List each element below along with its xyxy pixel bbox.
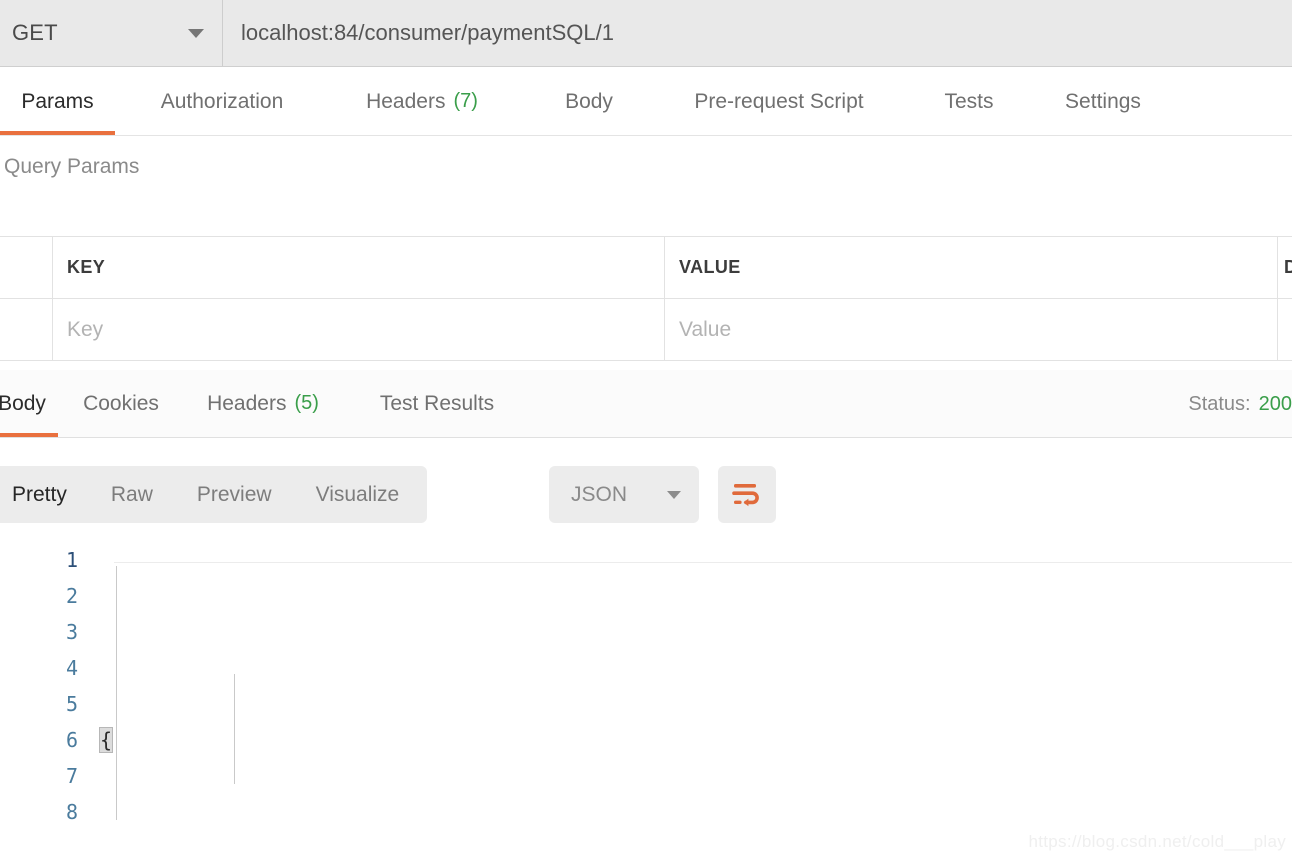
line-number: 4 bbox=[65, 656, 78, 680]
query-params-title: Query Params bbox=[0, 136, 1292, 198]
param-value-placeholder: Value bbox=[679, 317, 732, 341]
response-tab-headers[interactable]: Headers (5) bbox=[190, 370, 336, 437]
editor-code-area[interactable]: { "code": 200, "message": "from mysql, s… bbox=[98, 536, 1292, 858]
header-cell-description: D bbox=[1278, 237, 1292, 298]
query-params-table: KEY VALUE D Key Value bbox=[0, 236, 1292, 361]
response-tab-headers-label: Headers bbox=[207, 391, 287, 415]
tab-settings-label: Settings bbox=[1065, 89, 1141, 113]
line-number: 7 bbox=[65, 764, 78, 788]
row-checkbox[interactable] bbox=[0, 299, 53, 360]
chevron-down-icon bbox=[667, 490, 681, 499]
header-cell-key: KEY bbox=[53, 237, 665, 298]
http-method-label: GET bbox=[12, 20, 58, 45]
header-cell-value: VALUE bbox=[665, 237, 1278, 298]
request-url-text: localhost:84/consumer/paymentSQL/1 bbox=[241, 20, 614, 45]
column-header-key: KEY bbox=[67, 257, 106, 277]
view-mode-visualize[interactable]: Visualize bbox=[294, 466, 422, 523]
column-header-value: VALUE bbox=[679, 257, 741, 277]
request-tab-bar: Params Authorization Headers (7) Body Pr… bbox=[0, 68, 1292, 136]
tab-tests-label: Tests bbox=[944, 89, 994, 113]
view-mode-pretty[interactable]: Pretty bbox=[0, 466, 89, 523]
table-row[interactable]: Key Value bbox=[0, 299, 1292, 361]
view-mode-raw-label: Raw bbox=[110, 482, 153, 506]
editor-line-numbers: 1 2 3 4 5 6 7 8 bbox=[0, 536, 100, 858]
request-url-bar: GET localhost:84/consumer/paymentSQL/1 bbox=[0, 0, 1292, 67]
view-mode-preview[interactable]: Preview bbox=[175, 466, 294, 523]
response-tab-body-label: Body bbox=[0, 391, 46, 415]
chevron-down-icon bbox=[188, 28, 204, 38]
line-number: 6 bbox=[65, 728, 78, 752]
response-tab-cookies-label: Cookies bbox=[83, 391, 159, 415]
response-body-editor[interactable]: 1 2 3 4 5 6 7 8 { "code": 200, "message"… bbox=[0, 536, 1292, 858]
tab-authorization[interactable]: Authorization bbox=[140, 68, 304, 135]
response-format-label: JSON bbox=[571, 482, 628, 506]
response-tab-test-results-label: Test Results bbox=[379, 391, 495, 415]
request-url-input[interactable]: localhost:84/consumer/paymentSQL/1 bbox=[223, 0, 1292, 66]
line-number: 5 bbox=[65, 692, 78, 716]
indent-guide bbox=[116, 566, 117, 820]
param-value-input[interactable]: Value bbox=[665, 299, 1278, 360]
word-wrap-button[interactable] bbox=[718, 466, 776, 523]
view-mode-raw[interactable]: Raw bbox=[89, 466, 175, 523]
tab-body-label: Body bbox=[565, 89, 613, 113]
header-cell-checkbox bbox=[0, 237, 53, 298]
word-wrap-icon bbox=[732, 483, 759, 506]
line-number: 3 bbox=[65, 620, 78, 644]
line-number: 1 bbox=[65, 548, 78, 572]
status-code: 200 bbox=[1258, 392, 1292, 415]
view-mode-visualize-label: Visualize bbox=[315, 482, 400, 506]
tab-pre-request-script[interactable]: Pre-request Script bbox=[668, 68, 890, 135]
tab-body[interactable]: Body bbox=[550, 68, 628, 135]
param-description-input[interactable] bbox=[1278, 299, 1292, 360]
tab-settings[interactable]: Settings bbox=[1048, 68, 1158, 135]
tab-params-label: Params bbox=[21, 89, 94, 113]
response-tab-cookies[interactable]: Cookies bbox=[70, 370, 172, 437]
view-mode-preview-label: Preview bbox=[196, 482, 272, 506]
line-number: 2 bbox=[65, 584, 78, 608]
table-header-row: KEY VALUE D bbox=[0, 237, 1292, 299]
brace-open-root: { bbox=[98, 727, 114, 753]
status-label: Status: bbox=[1188, 392, 1251, 415]
param-key-placeholder: Key bbox=[67, 317, 104, 341]
status-badge: Status: 200 bbox=[1188, 370, 1292, 438]
query-params-title-text: Query Params bbox=[4, 155, 140, 178]
response-view-mode-group: Pretty Raw Preview Visualize bbox=[0, 466, 428, 523]
response-format-select[interactable]: JSON bbox=[549, 466, 699, 523]
tab-authorization-label: Authorization bbox=[160, 89, 284, 113]
column-header-description: D bbox=[1284, 257, 1292, 277]
tab-pre-request-script-label: Pre-request Script bbox=[694, 89, 864, 113]
response-tab-body[interactable]: Body bbox=[0, 370, 58, 437]
watermark: https://blog.csdn.net/cold___play bbox=[1028, 832, 1286, 851]
view-mode-pretty-label: Pretty bbox=[12, 482, 67, 506]
response-tab-test-results[interactable]: Test Results bbox=[358, 370, 516, 437]
http-method-select[interactable]: GET bbox=[0, 0, 223, 66]
tab-params[interactable]: Params bbox=[0, 68, 115, 135]
tab-tests[interactable]: Tests bbox=[930, 68, 1008, 135]
param-key-input[interactable]: Key bbox=[53, 299, 665, 360]
tab-headers-label: Headers bbox=[366, 89, 446, 113]
postman-window: GET localhost:84/consumer/paymentSQL/1 P… bbox=[0, 0, 1292, 858]
response-tab-headers-count: (5) bbox=[294, 392, 319, 414]
code-line: { bbox=[98, 722, 1292, 758]
response-tab-bar: Body Cookies Headers (5) Test Results bbox=[0, 370, 1292, 438]
line-number: 8 bbox=[65, 800, 78, 824]
tab-headers[interactable]: Headers (7) bbox=[352, 68, 492, 135]
tab-headers-count: (7) bbox=[453, 90, 478, 112]
